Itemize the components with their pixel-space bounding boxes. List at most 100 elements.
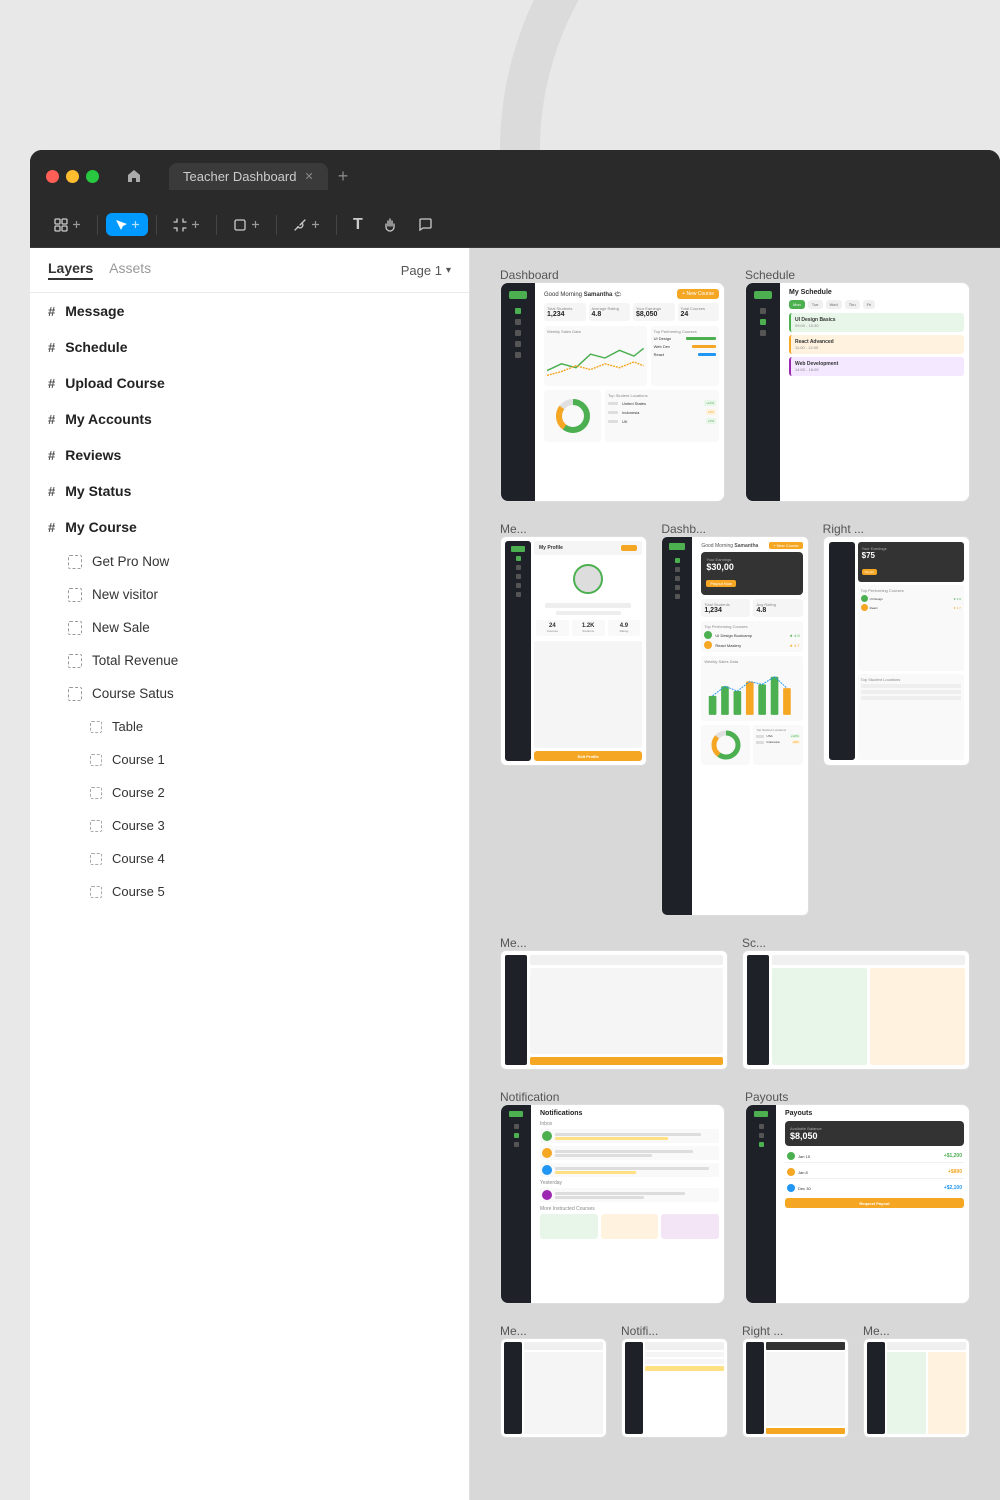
component-icon-sm: [90, 886, 102, 898]
frame-preview-me3: [500, 1338, 607, 1438]
child-label: Total Revenue: [92, 653, 178, 668]
layer-grandchild-course-3[interactable]: Course 3: [30, 809, 469, 842]
dark-header: [766, 1342, 845, 1350]
item-time: 14:00 - 16:00: [795, 367, 960, 372]
stat-badge: +5%: [706, 418, 716, 424]
payout-row: Jan 15 +$1,200: [785, 1150, 964, 1163]
notif-title: Notifications: [540, 1110, 719, 1117]
app-window: Teacher Dashboard ✕ +: [30, 150, 1000, 1500]
frame-me2[interactable]: Me...: [500, 936, 728, 1070]
layer-child-new-visitor[interactable]: New visitor: [30, 578, 469, 611]
me-logo: [511, 546, 525, 552]
schedule-sidebar: [746, 283, 780, 501]
active-tab[interactable]: Teacher Dashboard ✕: [169, 163, 328, 190]
frame-right[interactable]: Right ... Your Earnings $75 Payout: [823, 522, 970, 916]
nav: [675, 576, 680, 581]
layer-grandchild-course-1[interactable]: Course 1: [30, 743, 469, 776]
toolbar-divider-2: [156, 215, 157, 235]
item-time: 09:00 - 10:30: [795, 323, 960, 328]
minimize-button[interactable]: [66, 170, 79, 183]
card-green: [772, 968, 867, 1065]
move-tool-button[interactable]: [46, 213, 89, 237]
chart-row: Top Student Locations USA +12%: [701, 725, 802, 765]
right-sidebar: [829, 542, 855, 760]
frame-preview-right2: [742, 1338, 849, 1438]
day-tab: Tue: [808, 300, 823, 309]
layer-child-total-revenue[interactable]: Total Revenue: [30, 644, 469, 677]
avatar: [542, 1148, 552, 1158]
layer-item-my-course[interactable]: # My Course: [30, 509, 469, 545]
frame-right2[interactable]: Right ...: [742, 1324, 849, 1438]
payout-row: Jan 8 +$890: [785, 1166, 964, 1179]
msg-content: [555, 1167, 717, 1174]
stat-value: $8,050: [636, 311, 672, 318]
layers-tab[interactable]: Layers: [48, 260, 93, 280]
layer-item-my-status[interactable]: # My Status: [30, 473, 469, 509]
frame-icon: #: [48, 340, 55, 355]
rect-tool-button[interactable]: [225, 213, 268, 237]
frame-dashb[interactable]: Dashb...: [661, 522, 808, 916]
frame-me4[interactable]: Me...: [863, 1324, 970, 1438]
canvas-area[interactable]: Dashboard: [470, 248, 1000, 1500]
line-chart-svg: [547, 336, 644, 382]
layer-item-schedule[interactable]: # Schedule: [30, 329, 469, 365]
page-selector[interactable]: Page 1 ▾: [401, 263, 451, 278]
body: [766, 1352, 845, 1426]
layer-item-upload-course[interactable]: # Upload Course: [30, 365, 469, 401]
layer-child-get-pro-now[interactable]: Get Pro Now: [30, 545, 469, 578]
frame-me3[interactable]: Me...: [500, 1324, 607, 1438]
layer-grandchild-course-5[interactable]: Course 5: [30, 875, 469, 908]
home-button[interactable]: [119, 161, 149, 191]
student-row: UK +5%: [608, 418, 716, 424]
me-header: My Profile: [534, 541, 642, 555]
frame-notifi[interactable]: Notifi...: [621, 1324, 728, 1438]
layer-grandchild-course-2[interactable]: Course 2: [30, 776, 469, 809]
me-stat: 1.2K Students: [572, 620, 605, 636]
course-bar: [698, 353, 716, 356]
header: [887, 1342, 966, 1350]
frame-dashboard[interactable]: Dashboard: [500, 268, 725, 502]
stat-lbl: Students: [575, 629, 602, 633]
layer-item-my-accounts[interactable]: # My Accounts: [30, 401, 469, 437]
text-tool-button[interactable]: T: [345, 211, 371, 239]
tab-add-button[interactable]: +: [332, 166, 355, 187]
dashb-stats: Total Students 1,234 Avg Rating 4.8: [701, 599, 802, 617]
frame-tool-button[interactable]: [165, 213, 208, 237]
right-top-courses: Top Performing Courses UI Design ★ 4.9: [858, 585, 964, 671]
frame-icon: #: [48, 376, 55, 391]
avatar: [542, 1190, 552, 1200]
cta-text: Request Payout: [859, 1201, 889, 1206]
frame-schedule[interactable]: Schedule My Schedule Mo: [745, 268, 970, 502]
layer-child-course-status[interactable]: Course Satus: [30, 677, 469, 710]
frame-icon: #: [48, 304, 55, 319]
frame-me[interactable]: Me...: [500, 522, 647, 916]
frame-icon: #: [48, 520, 55, 535]
layer-grandchild-table[interactable]: Table: [30, 710, 469, 743]
sidebar: [505, 955, 527, 1065]
content: [524, 1342, 603, 1434]
preview-cta-btn: + New Course: [677, 289, 719, 299]
layer-label: My Accounts: [65, 411, 152, 427]
tab-close-icon[interactable]: ✕: [304, 170, 313, 183]
right-locations: Top Student Locations: [858, 674, 964, 760]
select-tool-button[interactable]: [106, 213, 148, 236]
maximize-button[interactable]: [86, 170, 99, 183]
layer-child-new-sale[interactable]: New Sale: [30, 611, 469, 644]
item-time: 11:00 - 12:00: [795, 345, 960, 350]
section-title: Yesterday: [540, 1180, 719, 1186]
hand-tool-button[interactable]: [375, 212, 406, 237]
layer-item-message[interactable]: # Message: [30, 293, 469, 329]
frame-payouts[interactable]: Payouts Payouts Availab: [745, 1090, 970, 1304]
preview-line-chart: Weekly Sales Data: [544, 326, 647, 386]
comment-tool-button[interactable]: [410, 212, 441, 237]
assets-tab[interactable]: Assets: [109, 260, 151, 280]
close-button[interactable]: [46, 170, 59, 183]
pen-tool-button[interactable]: [285, 213, 328, 237]
avatar: [542, 1131, 552, 1141]
layer-grandchild-course-4[interactable]: Course 4: [30, 842, 469, 875]
frame-notification[interactable]: Notification Notifications: [500, 1090, 725, 1304]
avatar-circle: [573, 564, 603, 594]
nav: [516, 574, 521, 579]
layer-item-reviews[interactable]: # Reviews: [30, 437, 469, 473]
frame-sc[interactable]: Sc...: [742, 936, 970, 1070]
